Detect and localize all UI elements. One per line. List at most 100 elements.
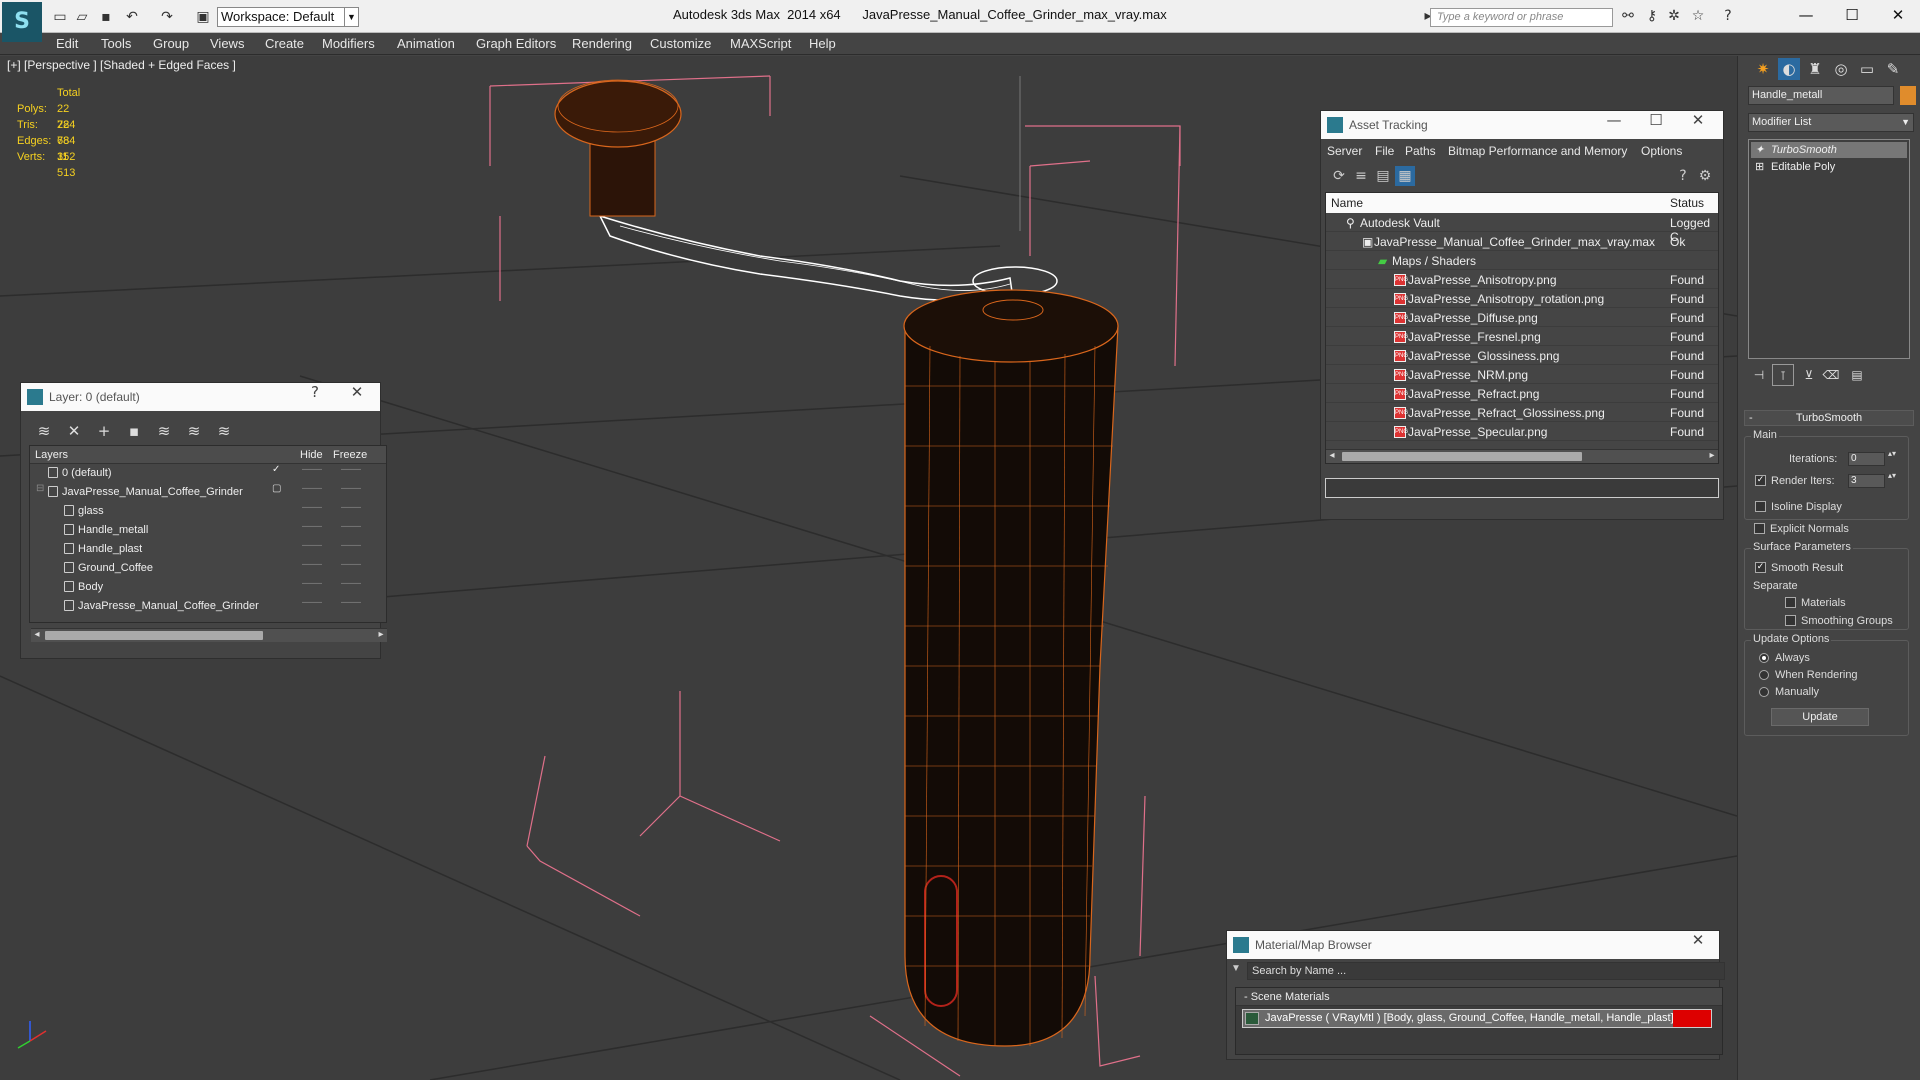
layer-row[interactable]: Handle_plast —— —— — [30, 540, 386, 559]
menu-help[interactable]: Help — [809, 36, 836, 51]
asset-row[interactable]: ▣ JavaPresse_Manual_Coffee_Grinder_max_vr… — [1326, 232, 1718, 251]
stack-item-turbosmooth[interactable]: ✦ TurboSmooth — [1751, 142, 1907, 158]
menu-group[interactable]: Group — [153, 36, 189, 51]
pin-stack-icon[interactable]: ⊣ — [1748, 364, 1770, 386]
at-menu-paths[interactable]: Paths — [1405, 144, 1436, 158]
explicit-normals-checkbox[interactable] — [1754, 523, 1765, 534]
asset-row[interactable]: PNG JavaPresse_NRM.png Found — [1326, 365, 1718, 384]
layer-row[interactable]: Handle_metall —— —— — [30, 521, 386, 540]
key-icon[interactable]: ⚷ — [1642, 8, 1662, 28]
star-icon[interactable]: ☆ — [1688, 8, 1708, 28]
iterations-spinner[interactable]: 0 — [1848, 452, 1885, 466]
asset-row[interactable]: PNG JavaPresse_Specular.png Found — [1326, 422, 1718, 441]
freeze-toggle[interactable]: —— — [341, 464, 361, 475]
thumbnail-view-icon[interactable]: ▤ — [1373, 166, 1393, 186]
asset-hscrollbar[interactable]: ◂ ▸ — [1326, 449, 1718, 463]
object-color-swatch[interactable] — [1900, 86, 1916, 105]
freeze-toggle[interactable]: —— — [341, 521, 361, 532]
hide-toggle[interactable]: —— — [302, 502, 322, 513]
layer-row[interactable]: ⊟ JavaPresse_Manual_Coffee_Grinder ▢ —— —— — [30, 483, 386, 502]
layer-hscrollbar[interactable]: ◂ ▸ — [31, 628, 387, 642]
menu-graph-editors[interactable]: Graph Editors — [476, 36, 556, 51]
binoculars-icon[interactable]: ⚯ — [1618, 8, 1638, 28]
workspace-dropdown[interactable]: Workspace: Default ▼ — [217, 7, 359, 27]
scroll-left-icon[interactable]: ◂ — [1326, 450, 1338, 461]
menu-edit[interactable]: Edit — [56, 36, 78, 51]
help-icon[interactable]: ? — [1718, 8, 1738, 28]
asset-row[interactable]: ▰ Maps / Shaders — [1326, 251, 1718, 270]
asset-tracking-titlebar[interactable]: Asset Tracking — ☐ ✕ — [1321, 111, 1723, 139]
delete-layer-icon[interactable]: ✕ — [63, 420, 85, 442]
at-menu-server[interactable]: Server — [1327, 144, 1362, 158]
freeze-all-icon[interactable]: ≋ — [213, 420, 235, 442]
expand-icon[interactable]: ⊞ — [1755, 159, 1764, 175]
vault-help-icon[interactable]: ⚙ — [1695, 166, 1715, 186]
material-browser-titlebar[interactable]: Material/Map Browser ✕ — [1227, 931, 1719, 959]
hide-toggle[interactable]: —— — [302, 464, 322, 475]
material-search-input[interactable]: Search by Name ... — [1247, 962, 1725, 980]
menu-customize[interactable]: Customize — [650, 36, 711, 51]
freeze-toggle[interactable]: —— — [341, 540, 361, 551]
maximize-icon[interactable]: ☐ — [1641, 111, 1671, 139]
utilities-tab-icon[interactable]: ✎ — [1882, 58, 1904, 80]
undo-icon[interactable]: ↶ — [122, 7, 142, 27]
render-iters-spinner[interactable]: 3 — [1848, 474, 1885, 488]
help-icon[interactable]: ? — [1673, 166, 1693, 186]
redo-icon[interactable]: ↷ — [157, 7, 177, 27]
object-name-field[interactable]: Handle_metall — [1748, 86, 1894, 105]
help-icon[interactable]: ? — [300, 383, 330, 411]
select-objects-icon[interactable]: ▪ — [123, 420, 145, 442]
when-rendering-radio[interactable] — [1759, 670, 1769, 680]
scroll-thumb[interactable] — [1342, 452, 1582, 461]
asset-path-field[interactable] — [1325, 478, 1719, 498]
hide-toggle[interactable]: —— — [302, 559, 322, 570]
hide-toggle[interactable]: —— — [302, 483, 322, 494]
close-icon[interactable]: ✕ — [1683, 111, 1713, 139]
save-icon[interactable]: ▪ — [96, 7, 116, 27]
asset-row[interactable]: PNG JavaPresse_Glossiness.png Found — [1326, 346, 1718, 365]
scroll-right-icon[interactable]: ▸ — [1706, 450, 1718, 461]
open-file-icon[interactable]: ▱ — [72, 7, 92, 27]
asset-row[interactable]: ⚲ Autodesk Vault Logged C — [1326, 213, 1718, 244]
col-freeze[interactable]: Freeze — [333, 449, 367, 461]
close-icon[interactable]: ✕ — [1683, 931, 1713, 959]
hide-toggle[interactable]: —— — [302, 540, 322, 551]
asset-row[interactable]: PNG JavaPresse_Refract_Glossiness.png Foun… — [1326, 403, 1718, 422]
scroll-left-icon[interactable]: ◂ — [31, 629, 43, 640]
minimize-icon[interactable]: — — [1786, 4, 1826, 26]
render-iters-checkbox[interactable]: ✓ — [1755, 475, 1766, 486]
create-tab-icon[interactable]: ✷ — [1752, 58, 1774, 80]
configure-sets-icon[interactable]: ▤ — [1846, 364, 1868, 386]
hierarchy-tab-icon[interactable]: ♜ — [1804, 58, 1826, 80]
at-menu-file[interactable]: File — [1375, 144, 1394, 158]
hide-toggle[interactable]: —— — [302, 597, 322, 608]
menu-tools[interactable]: Tools — [101, 36, 131, 51]
col-status[interactable]: Status — [1670, 196, 1704, 210]
set-current-icon[interactable]: ▢ — [272, 483, 281, 494]
remove-modifier-icon[interactable]: ⌫ — [1820, 364, 1842, 386]
scroll-right-icon[interactable]: ▸ — [375, 629, 387, 640]
maximize-icon[interactable]: ☐ — [1832, 4, 1872, 26]
hide-toggle[interactable]: —— — [302, 521, 322, 532]
menu-modifiers[interactable]: Modifiers — [322, 36, 375, 51]
asset-row[interactable]: PNG JavaPresse_Refract.png Found — [1326, 384, 1718, 403]
layer-row[interactable]: Ground_Coffee —— —— — [30, 559, 386, 578]
layer-row[interactable]: JavaPresse_Manual_Coffee_Grinder —— —— — [30, 597, 386, 616]
spinner-arrows-icon[interactable]: ▴▾ — [1888, 449, 1896, 458]
material-item[interactable]: JavaPresse ( VRayMtl ) [Body, glass, Gro… — [1242, 1009, 1712, 1028]
freeze-toggle[interactable]: —— — [341, 502, 361, 513]
update-button[interactable]: Update — [1771, 708, 1869, 726]
refresh-icon[interactable]: ⟳ — [1329, 166, 1349, 186]
highlight-layer-icon[interactable]: ≋ — [153, 420, 175, 442]
at-menu-bitmap[interactable]: Bitmap Performance and Memory — [1448, 144, 1627, 158]
materials-checkbox[interactable] — [1785, 597, 1796, 608]
menu-maxscript[interactable]: MAXScript — [730, 36, 791, 51]
close-icon[interactable]: ✕ — [342, 383, 372, 411]
freeze-toggle[interactable]: —— — [341, 578, 361, 589]
manually-radio[interactable] — [1759, 687, 1769, 697]
menu-rendering[interactable]: Rendering — [572, 36, 632, 51]
layer-row[interactable]: 0 (default) ✓ —— —— — [30, 464, 386, 483]
layer-row[interactable]: glass —— —— — [30, 502, 386, 521]
layer-panel-titlebar[interactable]: Layer: 0 (default) ? ✕ — [21, 383, 380, 411]
show-end-result-icon[interactable]: ⊺ — [1772, 364, 1794, 386]
